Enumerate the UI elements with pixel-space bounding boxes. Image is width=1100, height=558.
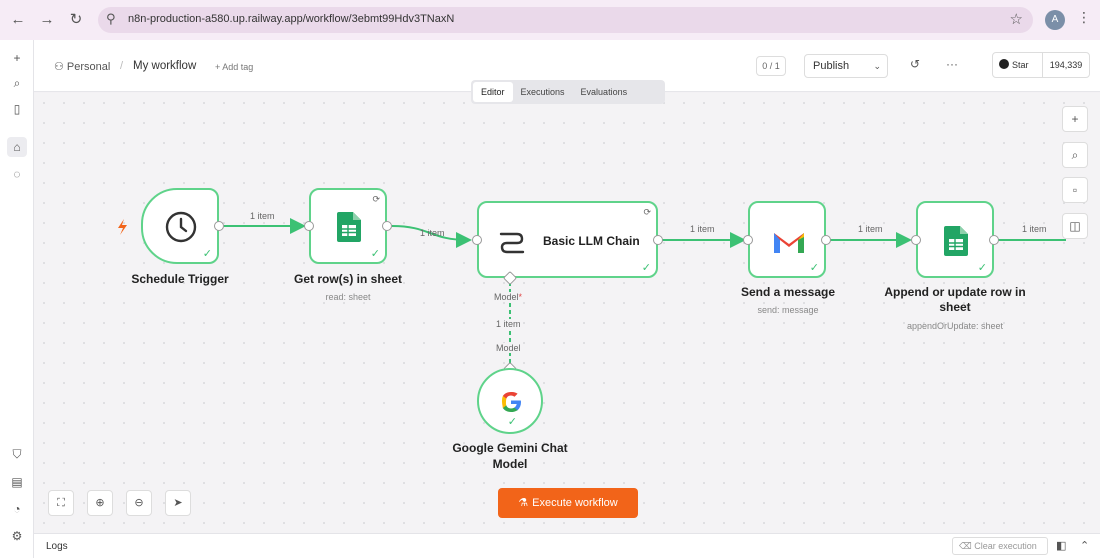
node-subtitle: send: message	[757, 305, 819, 315]
clock-icon	[165, 211, 197, 243]
node-label: Basic LLM Chain	[543, 234, 640, 248]
chevron-up-icon[interactable]: ⌃	[1080, 539, 1089, 552]
refresh-icon: ⟳	[372, 194, 380, 204]
model-input-label: Model*	[494, 292, 523, 302]
gmail-icon	[774, 233, 804, 253]
node-label: Append or update row in sheet	[884, 285, 1026, 314]
edge-label: 1 item	[690, 224, 715, 234]
output-port[interactable]	[214, 221, 224, 231]
zoom-in-icon: ⊕	[95, 497, 105, 509]
trash-icon: ⌫	[959, 541, 975, 551]
logs-panel-bar[interactable]: Logs ⌫ Clear execution ◧ ⌃	[34, 533, 1100, 558]
input-port[interactable]	[911, 235, 921, 245]
node-label: Google Gemini Chat Model	[452, 441, 568, 471]
edge-label: 1 item	[496, 319, 521, 329]
model-output-label: Model	[496, 343, 521, 353]
node-label: Send a message	[740, 285, 836, 299]
search-icon: ⌕	[1071, 148, 1079, 162]
execute-workflow-button[interactable]: ⚗ Execute workflow	[498, 488, 638, 518]
google-sheets-icon	[944, 226, 968, 256]
node-schedule-trigger[interactable]: ✓	[141, 188, 219, 264]
google-sheets-icon	[337, 212, 361, 242]
manual-trigger-bolt-icon	[118, 219, 127, 235]
clear-execution-button[interactable]: ⌫ Clear execution	[952, 537, 1048, 555]
output-port[interactable]	[653, 235, 663, 245]
panel-toggle-button[interactable]: ◫	[1062, 213, 1088, 239]
pop-out-icon[interactable]: ◧	[1056, 539, 1066, 552]
output-port[interactable]	[821, 235, 831, 245]
node-get-rows[interactable]: ⟳ ✓	[309, 188, 387, 264]
edge-label: 1 item	[858, 224, 883, 234]
search-nodes-button[interactable]: ⌕	[1062, 142, 1088, 168]
add-node-button[interactable]: +	[1062, 106, 1088, 132]
edge-label: 1 item	[250, 211, 275, 221]
input-port[interactable]	[472, 235, 482, 245]
node-send-message[interactable]: ✓	[748, 201, 826, 278]
side-panel-icon: ◫	[1069, 219, 1081, 233]
zoom-out-button[interactable]: ⊖	[126, 490, 152, 516]
node-subtitle: read: sheet	[325, 292, 371, 302]
note-icon: ▫	[1072, 183, 1078, 197]
zoom-in-button[interactable]: ⊕	[87, 490, 113, 516]
pointer-mode-button[interactable]: ➤	[165, 490, 191, 516]
node-label: Get row(s) in sheet	[293, 272, 403, 286]
fit-view-button[interactable]: ⛶	[48, 490, 74, 516]
edge-label: 1 item	[1022, 224, 1047, 234]
cursor-icon: ➤	[173, 497, 183, 509]
logs-label: Logs	[46, 541, 68, 552]
refresh-icon: ⟳	[643, 207, 651, 217]
node-gemini-chat-model[interactable]: ✓	[477, 368, 543, 434]
plus-icon: +	[1071, 112, 1079, 126]
chain-icon	[499, 232, 525, 254]
output-port[interactable]	[382, 221, 392, 231]
success-check-icon: ✓	[370, 248, 380, 260]
edge-label: 1 item	[420, 228, 445, 238]
input-port[interactable]	[304, 221, 314, 231]
input-port[interactable]	[743, 235, 753, 245]
node-label: Schedule Trigger	[131, 272, 229, 286]
fit-view-icon: ⛶	[57, 497, 65, 509]
flask-icon: ⚗	[518, 497, 529, 509]
success-check-icon: ✓	[977, 262, 987, 274]
node-basic-llm-chain[interactable]: Basic LLM Chain ⟳ ✓	[477, 201, 658, 278]
success-check-icon: ✓	[507, 416, 517, 428]
success-check-icon: ✓	[202, 248, 212, 260]
node-subtitle: appendOrUpdate: sheet	[906, 321, 1004, 331]
success-check-icon: ✓	[809, 262, 819, 274]
google-icon	[501, 391, 521, 412]
node-append-update-row[interactable]: ✓	[916, 201, 994, 278]
output-port[interactable]	[989, 235, 999, 245]
success-check-icon: ✓	[641, 262, 651, 274]
zoom-out-icon: ⊖	[134, 497, 144, 509]
sticky-note-button[interactable]: ▫	[1062, 177, 1088, 203]
